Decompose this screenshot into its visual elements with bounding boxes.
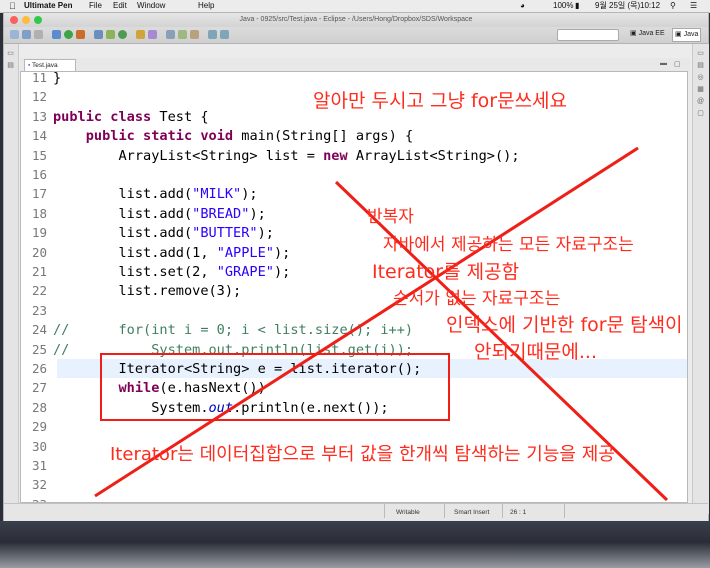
annotation-not-possible: 안되기때문에... [474,341,597,363]
annotation-index-for-loop: 인덱스에 기반한 for문 탐색이 [446,314,683,336]
annotation-all-collections: 자바에서 제공하는 모든 자료구조는 [383,235,634,255]
annotation-bottom-note: Iterator는 데이터집합으로 부터 값을 한개씩 탐색하는 기능을 제공 [110,444,615,465]
annotation-top-note: 알아만 두시고 그냥 for문쓰세요 [313,90,568,112]
annotation-unordered-collections: 순서가 없는 자료구조는 [393,289,561,309]
desktop-background [0,521,710,568]
annotation-provides-iterator: Iterator를 제공함 [372,261,520,283]
annotation-iterator-meaning: 반복자 [367,207,414,227]
